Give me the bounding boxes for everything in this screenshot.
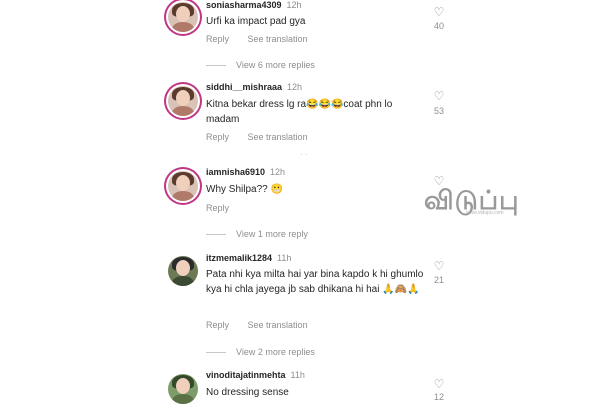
avatar[interactable] xyxy=(168,2,198,32)
watermark-sub: www.vidupu.com xyxy=(466,210,504,216)
heart-icon[interactable]: ♡ xyxy=(432,6,446,18)
like-count: 12 xyxy=(433,392,444,402)
see-translation-button[interactable]: See translation xyxy=(248,320,308,330)
site-watermark: விடுப்பு www.vidupu.com xyxy=(424,186,540,220)
like-count: 53 xyxy=(433,106,444,116)
comment-actions: Reply See translation xyxy=(206,320,324,330)
comment-text: Why Shilpa?? 😬 xyxy=(206,184,283,195)
comment-actions: Reply xyxy=(206,203,245,213)
comment-time: 11h xyxy=(277,253,292,263)
comment-time: 11h xyxy=(290,370,305,380)
comment-actions: Reply See translation xyxy=(206,132,324,142)
comment-time: 12h xyxy=(286,0,302,10)
view-replies-button[interactable]: View 6 more replies xyxy=(206,60,315,70)
avatar[interactable] xyxy=(168,256,198,286)
view-replies-button[interactable]: View 1 more reply xyxy=(206,229,308,239)
reply-button[interactable]: Reply xyxy=(206,34,229,44)
divider-dots: · · xyxy=(300,150,308,159)
comment-text: Pata nhi kya milta hai yar bina kapdo k … xyxy=(206,269,424,295)
view-replies-button[interactable]: View 2 more replies xyxy=(206,347,315,357)
see-translation-button[interactable]: See translation xyxy=(248,132,308,142)
comment-username[interactable]: siddhi__mishraaa 12h xyxy=(206,82,302,92)
reply-button[interactable]: Reply xyxy=(206,203,229,213)
comment-text: Kitna bekar dress lg ra😂😂😂coat phn lo ma… xyxy=(206,99,393,125)
reply-button[interactable]: Reply xyxy=(206,320,229,330)
comment-time: 12h xyxy=(270,167,286,177)
like-count: 40 xyxy=(433,21,444,31)
comment-username[interactable]: soniasharma4309 12h xyxy=(206,0,302,10)
like-count: 21 xyxy=(433,275,444,285)
comment-username[interactable]: vinoditajatinmehta 11h xyxy=(206,370,305,380)
reply-button[interactable]: Reply xyxy=(206,132,229,142)
comment-text: Urfi ka impact pad gya xyxy=(206,16,306,27)
heart-icon[interactable]: ♡ xyxy=(432,260,446,272)
comment-username[interactable]: itzmemalik1284 11h xyxy=(206,253,291,263)
heart-icon[interactable]: ♡ xyxy=(432,378,446,390)
comment-time: 12h xyxy=(287,82,303,92)
comment-text: No dressing sense xyxy=(206,387,289,398)
comment-actions: Reply See translation xyxy=(206,34,324,44)
comment-username[interactable]: iamnisha6910 12h xyxy=(206,167,285,177)
avatar[interactable] xyxy=(168,171,198,201)
see-translation-button[interactable]: See translation xyxy=(248,34,308,44)
avatar[interactable] xyxy=(168,86,198,116)
heart-icon[interactable]: ♡ xyxy=(432,90,446,102)
